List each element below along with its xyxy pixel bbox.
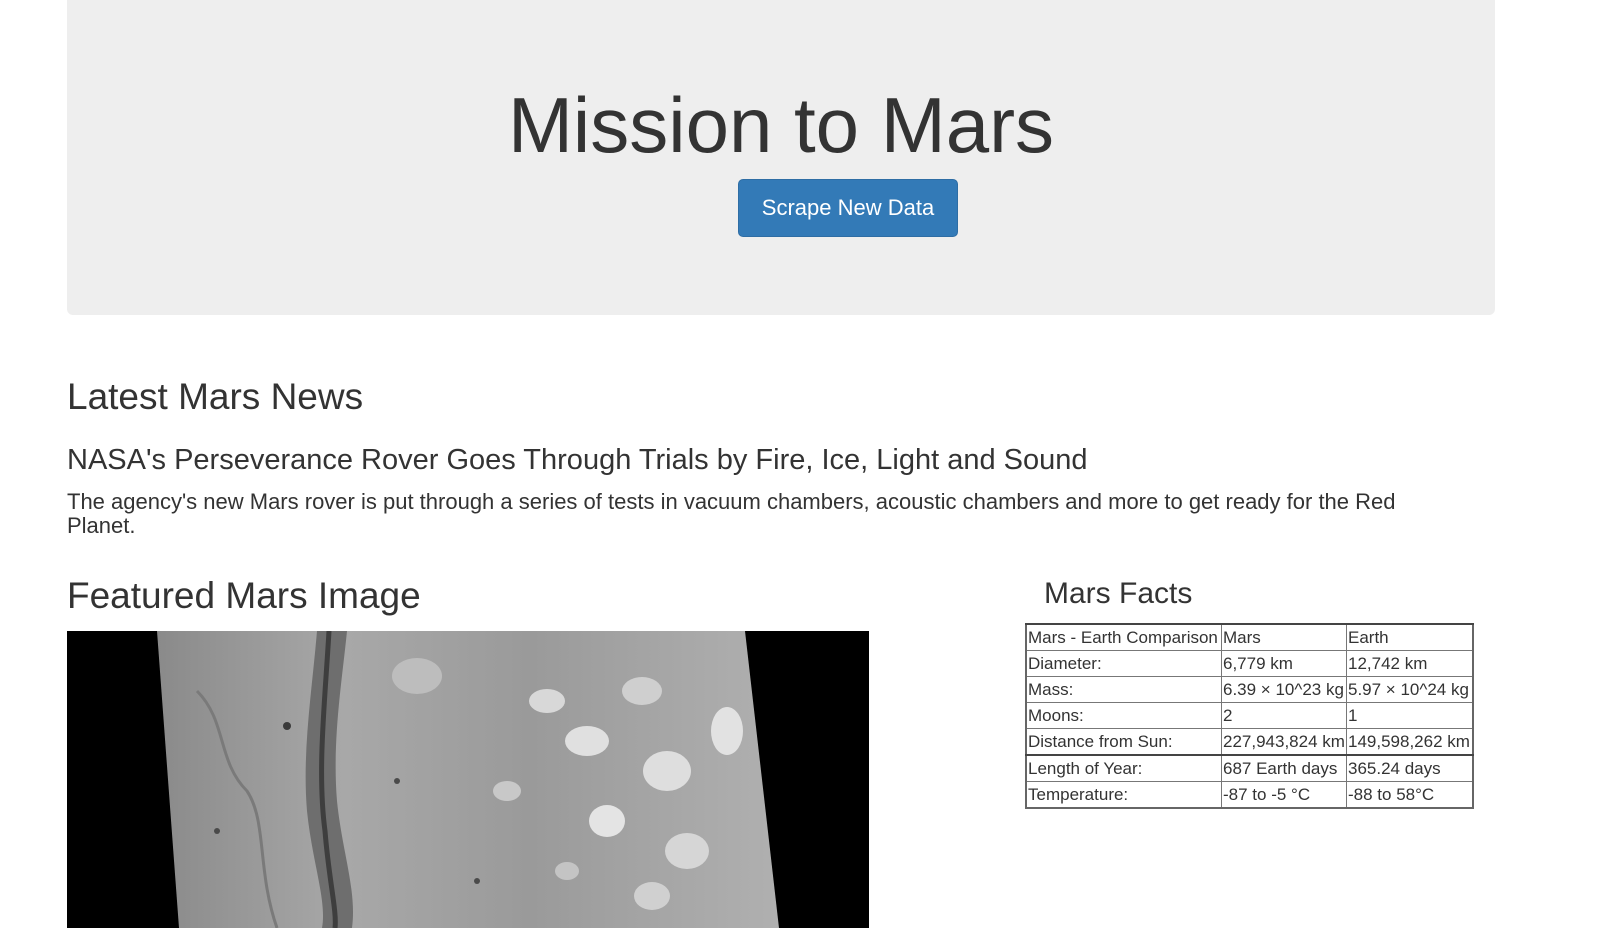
table-row: Temperature: -87 to -5 °C -88 to 58°C bbox=[1025, 781, 1474, 809]
news-title: NASA's Perseverance Rover Goes Through T… bbox=[67, 444, 1088, 476]
jumbotron-header: Mission to Mars Scrape New Data bbox=[67, 0, 1495, 315]
table-cell: 5.97 × 10^24 kg bbox=[1346, 676, 1474, 703]
news-paragraph: The agency's new Mars rover is put throu… bbox=[67, 489, 1396, 538]
table-cell: -88 to 58°C bbox=[1346, 781, 1474, 809]
table-cell: -87 to -5 °C bbox=[1221, 781, 1347, 809]
table-cell: 149,598,262 km bbox=[1346, 728, 1474, 756]
table-cell: 2 bbox=[1221, 702, 1347, 729]
featured-image-heading: Featured Mars Image bbox=[67, 575, 421, 616]
table-row: Mass: 6.39 × 10^23 kg 5.97 × 10^24 kg bbox=[1025, 676, 1474, 703]
column-header: Earth bbox=[1346, 623, 1474, 651]
table-cell: 1 bbox=[1346, 702, 1474, 729]
column-header: Mars bbox=[1221, 623, 1347, 651]
page: Mission to Mars Scrape New Data Latest M… bbox=[0, 0, 1617, 928]
column-header: Mars - Earth Comparison bbox=[1025, 623, 1222, 651]
table-row: Moons: 2 1 bbox=[1025, 702, 1474, 729]
table-row: Length of Year: 687 Earth days 365.24 da… bbox=[1025, 754, 1474, 782]
table-row: Diameter: 6,779 km 12,742 km bbox=[1025, 650, 1474, 677]
table-cell: 6,779 km bbox=[1221, 650, 1347, 677]
news-section-heading: Latest Mars News bbox=[67, 376, 364, 417]
table-cell: 12,742 km bbox=[1346, 650, 1474, 677]
table-cell: 6.39 × 10^23 kg bbox=[1221, 676, 1347, 703]
featured-mars-image bbox=[67, 631, 869, 928]
mars-facts-table: Mars - Earth Comparison Mars Earth Diame… bbox=[1025, 623, 1474, 809]
table-cell: 227,943,824 km bbox=[1221, 728, 1347, 756]
table-cell: Diameter: bbox=[1025, 650, 1222, 677]
table-header-row: Mars - Earth Comparison Mars Earth bbox=[1025, 623, 1474, 651]
table-cell: Length of Year: bbox=[1025, 754, 1222, 782]
table-cell: Distance from Sun: bbox=[1025, 728, 1222, 756]
table-cell: Moons: bbox=[1025, 702, 1222, 729]
table-cell: Temperature: bbox=[1025, 781, 1222, 809]
table-cell: 365.24 days bbox=[1346, 754, 1474, 782]
mars-facts-heading: Mars Facts bbox=[1044, 577, 1193, 610]
table-cell: Mass: bbox=[1025, 676, 1222, 703]
page-title: Mission to Mars bbox=[507, 81, 1055, 169]
scrape-new-data-button[interactable]: Scrape New Data bbox=[738, 179, 958, 237]
table-cell: 687 Earth days bbox=[1221, 754, 1347, 782]
table-row: Distance from Sun: 227,943,824 km 149,59… bbox=[1025, 728, 1474, 756]
